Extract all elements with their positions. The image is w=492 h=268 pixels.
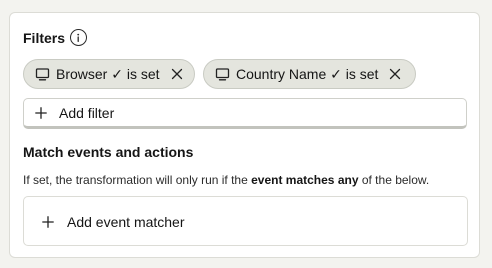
filter-chip-label: Browser ✓ is set: [56, 65, 160, 82]
help-prefix: If set, the transformation will only run…: [23, 173, 248, 187]
filter-chip-country-name[interactable]: Country Name ✓ is set: [203, 59, 416, 89]
monitor-icon: [215, 67, 230, 80]
filter-chip-browser[interactable]: Browser ✓ is set: [23, 59, 195, 89]
plus-icon: [35, 106, 47, 119]
match-help-text: If set, the transformation will only run…: [23, 172, 429, 188]
monitor-icon: [35, 67, 50, 80]
filters-title: Filters: [23, 30, 66, 46]
add-event-matcher-label: Add event matcher: [67, 214, 185, 230]
filter-chip-label: Country Name ✓ is set: [236, 65, 379, 82]
add-event-matcher-button[interactable]: Add event matcher: [42, 210, 185, 234]
filters-panel: Filters Browser ✓ is set Country Name ✓ …: [9, 12, 480, 258]
match-title: Match events and actions: [23, 144, 194, 160]
close-icon[interactable]: [389, 68, 401, 80]
add-filter-label: Add filter: [59, 104, 115, 121]
event-matcher-box: Add event matcher: [23, 196, 468, 246]
help-suffix: of the below.: [361, 173, 430, 187]
info-icon[interactable]: [70, 29, 87, 46]
help-bold: event matches any: [251, 173, 359, 187]
add-filter-button[interactable]: Add filter: [23, 98, 467, 129]
close-icon[interactable]: [171, 68, 183, 80]
plus-icon: [42, 216, 54, 228]
